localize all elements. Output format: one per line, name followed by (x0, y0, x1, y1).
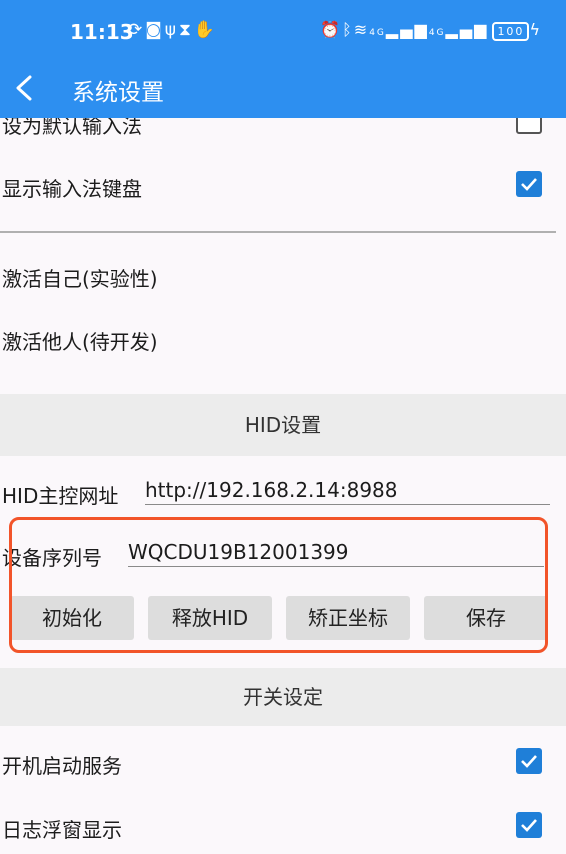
page-title-overlay: 系统设置 (72, 80, 164, 106)
show-keyboard-label: 显示输入法键盘 (2, 177, 142, 201)
back-button-overlay[interactable] (10, 68, 40, 108)
bolt-icon: ϟ (529, 20, 542, 39)
log-float-label: 日志浮窗显示 (2, 818, 122, 842)
hid-section-header: HID设置 (0, 394, 566, 456)
alarm-icon: ⏰ (320, 20, 343, 39)
log-float-checkbox[interactable] (516, 812, 542, 838)
checkmark-icon (521, 178, 537, 191)
highlight-annotation (9, 517, 548, 653)
back-arrow-icon (16, 75, 32, 101)
wifi-icon: ≋ (353, 20, 370, 39)
start-service-label: 开机启动服务 (2, 754, 122, 778)
status-bar: 11:13 ⟳◙ψ⧗✋ ⏰ᛒ≋4G▂▄▆4G▂▄▆ 100 ϟ (0, 0, 566, 62)
status-left-icons: ⟳◙ψ⧗✋ (128, 20, 218, 40)
hid-host-label: HID主控网址 (2, 484, 119, 508)
activate-self-item[interactable]: 激活自己(实验性) (2, 263, 158, 292)
signal-4g-2-icon: 4G (428, 28, 446, 38)
activate-other-item[interactable]: 激活他人(待开发) (2, 326, 158, 355)
sync-icon: ⟳ (128, 20, 146, 40)
divider (0, 231, 556, 233)
checkmark-icon (521, 819, 537, 832)
battery-icon: 100 (492, 22, 530, 41)
hid-host-input[interactable]: http://192.168.2.14:8988 (145, 478, 550, 505)
status-time: 11:13 (70, 20, 134, 44)
status-right-icons: ⏰ᛒ≋4G▂▄▆4G▂▄▆ 100 ϟ (320, 20, 542, 41)
checkmark-icon (521, 755, 537, 768)
start-service-checkbox[interactable] (516, 748, 542, 774)
show-keyboard-checkbox[interactable] (516, 171, 542, 197)
switch-section-header: 开关设定 (0, 668, 566, 726)
usb-icon: ψ (164, 20, 179, 40)
signal-bars-icon: ▂▄▆ (385, 20, 429, 39)
hand-icon: ✋ (193, 20, 219, 40)
app-bar-overlay: 系统设置 (0, 62, 566, 118)
signal-4g-icon: 4G (369, 28, 386, 38)
signal-bars-2-icon: ▂▄▆ (445, 20, 489, 39)
app-notification-icon: ◙ (145, 20, 165, 40)
hourglass-icon: ⧗ (178, 20, 194, 40)
bluetooth-icon: ᛒ (342, 20, 354, 39)
